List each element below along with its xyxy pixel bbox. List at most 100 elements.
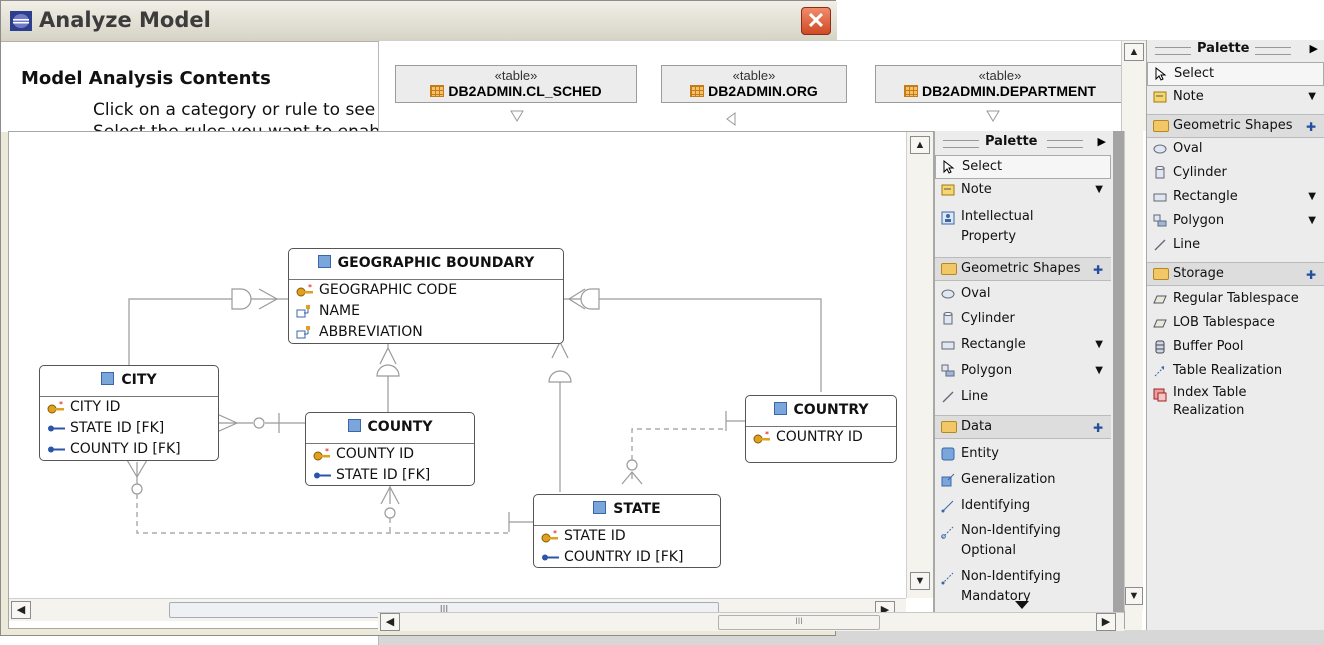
pin-icon[interactable]: ✚ xyxy=(1306,116,1316,138)
palette-select-tool[interactable]: Select xyxy=(935,155,1111,179)
table-node-org[interactable]: «table» DB2ADMIN.ORG xyxy=(661,65,847,103)
pin-icon[interactable]: ✚ xyxy=(1093,417,1103,439)
palette-grip[interactable] xyxy=(943,140,979,148)
er-diagram-canvas[interactable]: GEOGRAPHIC BOUNDARY * GEOGRAPHIC CODE NA… xyxy=(8,131,934,629)
palette-collapse-icon[interactable]: ▶ xyxy=(1310,42,1318,55)
entity-state[interactable]: STATE * STATE ID COUNTRY ID [FK] xyxy=(533,494,721,568)
palette-grip[interactable] xyxy=(1255,47,1291,55)
folder-icon xyxy=(941,263,957,275)
entity-city[interactable]: CITY * CITY ID STATE ID [FK] COUNTY ID [… xyxy=(39,365,219,461)
vertical-scrollbar[interactable]: ▲ ▼ xyxy=(906,132,933,598)
pin-icon[interactable]: ✚ xyxy=(1093,259,1103,281)
vertical-scrollbar[interactable]: ▲ xyxy=(1121,41,1146,131)
palette-cylinder-tool[interactable]: Cylinder xyxy=(935,308,1111,332)
scroll-down-button[interactable]: ▼ xyxy=(1125,587,1143,605)
palette-lob-tablespace-tool[interactable]: LOB Tablespace xyxy=(1147,312,1324,336)
table-node-department[interactable]: «table» DB2ADMIN.DEPARTMENT xyxy=(875,65,1125,103)
palette-intellectual-property-tool[interactable]: Intellectual Property xyxy=(935,207,1111,251)
drawer-geometric-shapes[interactable]: Geometric Shapes ✚ xyxy=(1147,114,1324,138)
entity-header: COUNTRY xyxy=(746,396,896,427)
primary-key-icon: * xyxy=(47,401,64,414)
palette-oval-tool[interactable]: Oval xyxy=(1147,138,1324,162)
primary-key-attribute[interactable]: * CITY ID xyxy=(40,397,218,418)
foreign-key-attribute[interactable]: STATE ID [FK] xyxy=(40,418,218,439)
pointer-icon xyxy=(1155,67,1167,81)
palette-grip[interactable] xyxy=(1155,47,1191,55)
table-name: DB2ADMIN.ORG xyxy=(708,83,818,99)
scroll-down-button[interactable]: ▼ xyxy=(910,572,930,590)
drawer-storage[interactable]: Storage ✚ xyxy=(1147,262,1324,286)
dropdown-icon[interactable]: ▼ xyxy=(1308,210,1316,232)
palette-oval-tool[interactable]: Oval xyxy=(935,283,1111,307)
attribute[interactable]: ABBREVIATION xyxy=(289,322,563,343)
table-node-cl-sched[interactable]: «table» DB2ADMIN.CL_SCHED xyxy=(395,65,637,103)
entity-geographic-boundary[interactable]: GEOGRAPHIC BOUNDARY * GEOGRAPHIC CODE NA… xyxy=(288,248,564,344)
palette-rectangle-tool[interactable]: Rectangle ▼ xyxy=(935,334,1111,358)
scroll-thumb[interactable]: III xyxy=(718,615,880,630)
scroll-left-button[interactable]: ◀ xyxy=(380,613,400,631)
palette-note-tool[interactable]: Note ▼ xyxy=(935,179,1111,203)
dropdown-icon[interactable]: ▼ xyxy=(1308,186,1316,208)
foreign-key-attribute[interactable]: STATE ID [FK] xyxy=(306,465,474,486)
svg-text:*: * xyxy=(59,401,63,409)
palette-rectangle-tool[interactable]: Rectangle ▼ xyxy=(1147,186,1324,210)
palette-regular-tablespace-tool[interactable]: Regular Tablespace xyxy=(1147,288,1324,312)
palette-table-realization-tool[interactable]: Table Realization xyxy=(1147,360,1324,384)
svg-text:*: * xyxy=(308,284,312,292)
palette-polygon-tool[interactable]: Polygon ▼ xyxy=(935,360,1111,384)
polygon-icon xyxy=(1153,214,1167,227)
palette-grip[interactable] xyxy=(1047,140,1083,148)
primary-key-attribute[interactable]: * COUNTRY ID xyxy=(746,427,896,448)
section-title: Model Analysis Contents xyxy=(21,68,271,89)
foreign-key-icon xyxy=(48,425,65,432)
palette-note-tool[interactable]: Note ▼ xyxy=(1147,86,1324,110)
palette-non-identifying-optional-tool[interactable]: Non-Identifying Optional xyxy=(935,521,1111,565)
palette-line-tool[interactable]: Line xyxy=(1147,234,1324,258)
pin-icon[interactable]: ✚ xyxy=(1306,264,1316,286)
palette-generalization-tool[interactable]: Generalization xyxy=(935,469,1111,493)
palette-cylinder-tool[interactable]: Cylinder xyxy=(1147,162,1324,186)
palette-collapse-icon[interactable]: ▶ xyxy=(1098,135,1106,148)
oval-icon xyxy=(1153,144,1167,154)
dropdown-icon[interactable]: ▼ xyxy=(1095,360,1103,382)
dropdown-icon[interactable]: ▼ xyxy=(1095,334,1103,356)
primary-key-attribute[interactable]: * COUNTY ID xyxy=(306,444,474,465)
primary-key-attribute[interactable]: * STATE ID xyxy=(534,526,720,547)
line-icon xyxy=(1154,239,1166,251)
entity-county[interactable]: COUNTY * COUNTY ID STATE ID [FK] xyxy=(305,412,475,486)
primary-key-icon: * xyxy=(753,431,770,444)
primary-key-attribute[interactable]: * GEOGRAPHIC CODE xyxy=(289,280,563,301)
foreign-key-attribute[interactable]: COUNTY ID [FK] xyxy=(40,439,218,460)
diagram-vertical-scrollbar[interactable]: ▼ xyxy=(1124,131,1143,611)
svg-text:*: * xyxy=(765,431,769,439)
drawer-data[interactable]: Data ✚ xyxy=(935,415,1111,439)
dropdown-icon[interactable]: ▼ xyxy=(1308,86,1316,108)
scroll-up-button[interactable]: ▲ xyxy=(910,136,930,154)
scroll-right-button[interactable]: ▶ xyxy=(1096,613,1116,631)
palette-polygon-tool[interactable]: Polygon ▼ xyxy=(1147,210,1324,234)
dialog-titlebar[interactable]: Analyze Model ✕ xyxy=(1,1,837,42)
palette-line-tool[interactable]: Line xyxy=(935,386,1111,410)
scroll-more-down-icon[interactable] xyxy=(1015,601,1029,609)
attribute-icon xyxy=(296,305,310,318)
non-identifying-optional-icon xyxy=(941,526,954,539)
palette-buffer-pool-tool[interactable]: Buffer Pool xyxy=(1147,336,1324,360)
entity-country[interactable]: COUNTRY * COUNTRY ID xyxy=(745,395,897,463)
primary-key-icon: * xyxy=(296,284,313,297)
attribute[interactable]: NAME xyxy=(289,301,563,322)
dropdown-icon[interactable]: ▼ xyxy=(1095,179,1103,201)
buffer-pool-icon xyxy=(1155,340,1165,354)
palette-entity-tool[interactable]: Entity xyxy=(935,443,1111,467)
scroll-up-button[interactable]: ▲ xyxy=(1124,43,1144,61)
diagram-horizontal-scrollbar[interactable]: ◀ III ▶ xyxy=(378,612,1124,631)
scroll-left-button[interactable]: ◀ xyxy=(11,601,31,619)
palette-header[interactable]: Palette ▶ xyxy=(935,133,1124,153)
palette-select-tool[interactable]: Select xyxy=(1147,62,1324,86)
palette-identifying-tool[interactable]: Identifying xyxy=(935,495,1111,519)
drawer-geometric-shapes[interactable]: Geometric Shapes ✚ xyxy=(935,257,1111,281)
close-button[interactable]: ✕ xyxy=(801,7,831,35)
palette-index-table-realization-tool[interactable]: Index Table Realization xyxy=(1147,384,1324,424)
palette-header[interactable]: Palette ▶ xyxy=(1147,40,1324,60)
entity-header: CITY xyxy=(40,366,218,397)
foreign-key-attribute[interactable]: COUNTRY ID [FK] xyxy=(534,547,720,568)
